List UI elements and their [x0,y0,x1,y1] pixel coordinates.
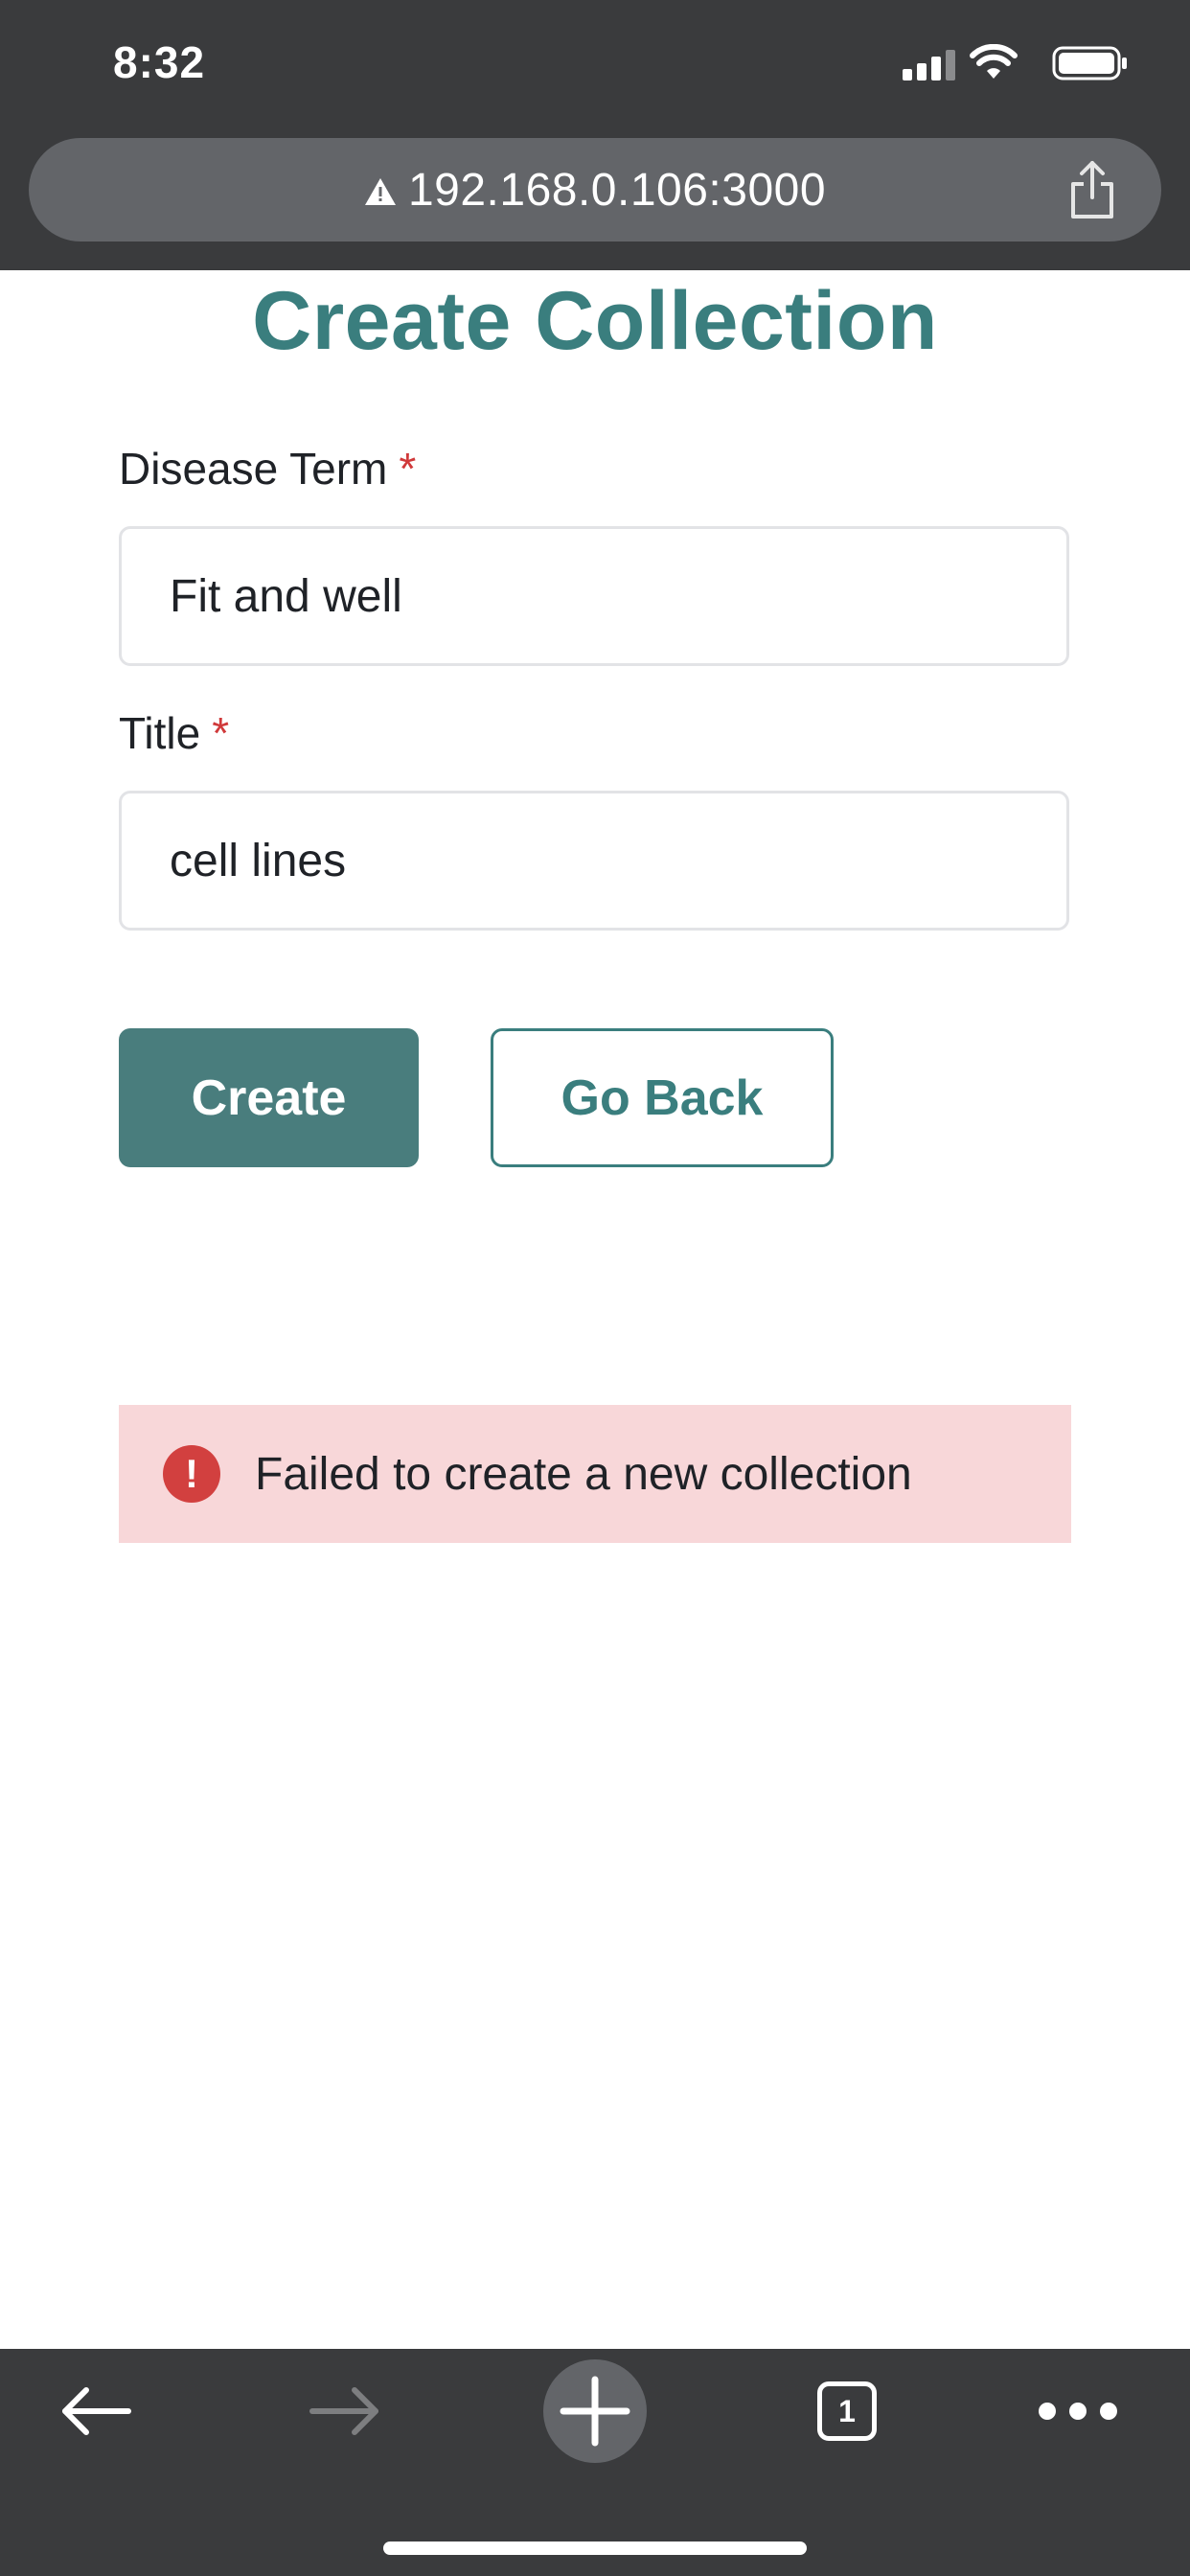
address-bar[interactable]: 192.168.0.106:3000 [29,138,1161,242]
wifi-icon [970,44,1018,79]
more-icon [1039,2403,1117,2420]
home-indicator[interactable] [383,2542,807,2555]
create-button[interactable]: Create [119,1028,419,1167]
disease-term-label-text: Disease Term [119,444,388,494]
share-icon[interactable] [1065,159,1119,220]
disease-term-label: Disease Term * [119,443,416,494]
go-back-button[interactable]: Go Back [491,1028,834,1167]
title-input[interactable] [119,791,1069,931]
required-marker: * [212,708,230,758]
error-message: Failed to create a new collection [255,1448,912,1500]
more-button[interactable] [1025,2349,1131,2473]
error-icon: ! [163,1445,220,1503]
cell-signal-icon [903,48,956,80]
error-alert: ! Failed to create a new collection [119,1405,1071,1543]
status-time: 8:32 [113,37,206,87]
new-tab-button[interactable] [542,2349,648,2473]
new-tab-icon [543,2359,647,2463]
battery-icon [1052,46,1127,80]
title-label: Title * [119,707,229,759]
tabs-icon: 1 [817,2381,877,2441]
browser-top-chrome: 8:32 192.168.0.106:3000 [0,0,1190,270]
warning-icon [364,178,396,205]
title-label-text: Title [119,708,201,758]
url-text: 192.168.0.106:3000 [407,164,827,216]
page-title: Create Collection [252,275,938,367]
status-icons [899,44,1129,82]
required-marker: * [399,444,417,494]
back-arrow-icon [62,2387,131,2435]
forward-button[interactable] [297,2349,393,2473]
tabs-button[interactable]: 1 [799,2349,895,2473]
disease-term-input[interactable] [119,526,1069,666]
back-button[interactable] [48,2349,144,2473]
forward-arrow-icon [309,2387,378,2435]
tab-count: 1 [838,2393,856,2428]
